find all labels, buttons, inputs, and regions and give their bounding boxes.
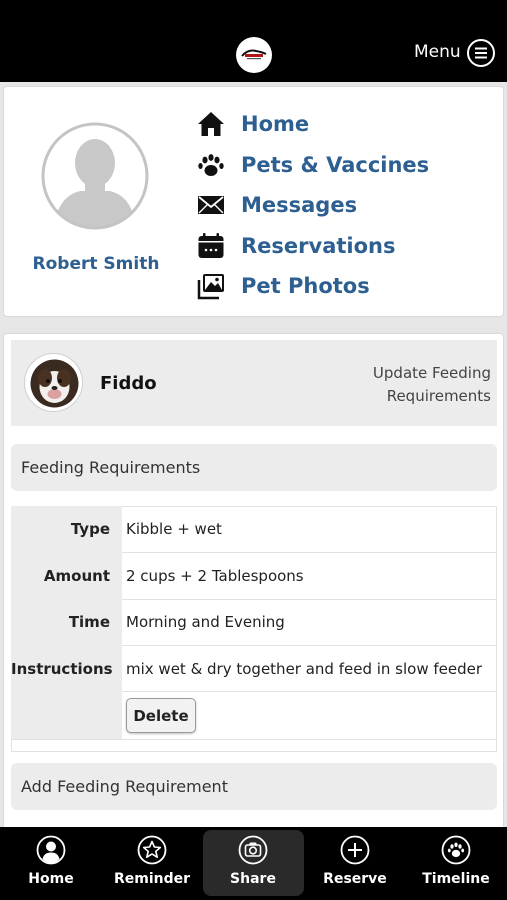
logo[interactable] xyxy=(236,37,272,73)
row-divider xyxy=(11,739,497,740)
nav-link-label: Pets & Vaccines xyxy=(241,153,430,177)
menu-label[interactable]: Menu xyxy=(414,42,461,62)
paw-icon xyxy=(196,150,226,180)
hamburger-menu-icon[interactable] xyxy=(466,38,496,68)
bottom-nav-timeline[interactable]: Timeline xyxy=(421,835,491,895)
bottom-nav-label: Reserve xyxy=(323,871,387,887)
update-feeding-link[interactable]: Update Feeding Requirements xyxy=(330,362,491,408)
user-circle-icon xyxy=(36,835,66,865)
row-label-amount: Amount xyxy=(43,567,110,585)
row-divider xyxy=(122,691,497,692)
row-value-time: Morning and Evening xyxy=(126,613,285,631)
pet-avatar xyxy=(24,353,83,412)
nav-link-label: Messages xyxy=(241,193,358,217)
bottom-nav-share[interactable]: Share xyxy=(223,835,283,895)
row-divider xyxy=(122,552,497,553)
bottom-nav-reminder[interactable]: Reminder xyxy=(112,835,192,895)
home-icon xyxy=(196,109,226,139)
photos-icon xyxy=(196,271,226,301)
bottom-nav-reserve[interactable]: Reserve xyxy=(320,835,390,895)
bottom-nav-label: Home xyxy=(28,871,74,887)
nav-link-pets-vaccines[interactable]: Pets & Vaccines xyxy=(196,148,429,182)
nav-link-reservations[interactable]: Reservations xyxy=(196,229,396,263)
profile-name[interactable]: Robert Smith xyxy=(20,254,172,274)
pet-name: Fiddo xyxy=(100,373,157,394)
plus-circle-icon xyxy=(340,835,370,865)
paw-circle-icon xyxy=(441,835,471,865)
calendar-icon xyxy=(196,231,226,261)
bottom-nav-home[interactable]: Home xyxy=(21,835,81,895)
row-label-type: Type xyxy=(70,520,110,538)
row-divider xyxy=(122,599,497,600)
avatar xyxy=(40,121,150,231)
delete-button[interactable]: Delete xyxy=(126,698,196,733)
row-label-time: Time xyxy=(68,613,110,631)
row-value-amount: 2 cups + 2 Tablespoons xyxy=(126,567,304,585)
camera-icon xyxy=(238,835,268,865)
row-divider xyxy=(122,645,497,646)
bottom-nav-label: Share xyxy=(230,871,276,887)
nav-link-label: Pet Photos xyxy=(241,274,370,298)
row-label-instructions: Instructions xyxy=(11,660,113,678)
row-value-instructions: mix wet & dry together and feed in slow … xyxy=(126,660,483,678)
bottom-nav-label: Timeline xyxy=(422,871,490,887)
nav-link-label: Reservations xyxy=(241,234,396,258)
feeding-requirements-header: Feeding Requirements xyxy=(11,444,497,491)
nav-link-home[interactable]: Home xyxy=(196,107,309,141)
nav-link-pet-photos[interactable]: Pet Photos xyxy=(196,269,370,303)
star-icon xyxy=(137,835,167,865)
nav-link-label: Home xyxy=(241,112,310,136)
nav-link-messages[interactable]: Messages xyxy=(196,188,357,222)
add-feeding-requirement-button[interactable]: Add Feeding Requirement xyxy=(11,763,497,810)
envelope-icon xyxy=(196,190,226,220)
row-value-type: Kibble + wet xyxy=(126,520,222,538)
bottom-nav-label: Reminder xyxy=(113,871,191,887)
